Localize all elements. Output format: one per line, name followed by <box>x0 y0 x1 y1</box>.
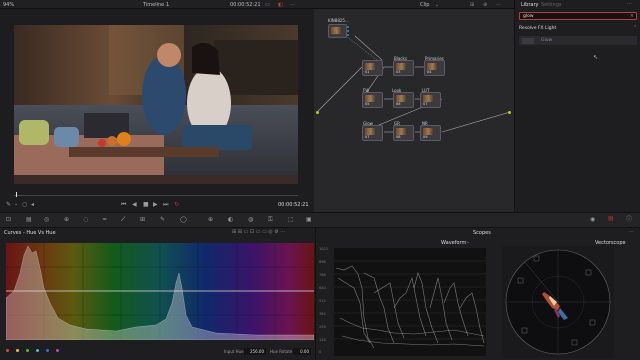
color-warper-icon[interactable]: ⊞ <box>140 217 145 223</box>
node-nr[interactable]: 09 <box>420 125 441 141</box>
vectorscope <box>502 246 614 358</box>
effect-item-glow[interactable]: Glow <box>519 36 637 45</box>
chevron-down-icon[interactable]: ⌄ <box>466 239 470 245</box>
skip-back-icon[interactable]: ⏮ <box>121 202 126 208</box>
tab-library[interactable]: Library <box>521 2 538 8</box>
color-match-icon[interactable]: ▤ <box>26 217 32 223</box>
curves-title: Curves - Hue Vs Hue <box>4 230 56 236</box>
node-look[interactable]: 06 <box>393 92 414 108</box>
speaker-icon[interactable]: ◂ <box>31 202 34 208</box>
color-wheels-icon[interactable]: ◎ <box>44 217 49 223</box>
node-connections <box>316 35 511 133</box>
blur-icon[interactable]: ◍ <box>248 217 253 223</box>
node-primaries[interactable]: 04 <box>424 60 445 76</box>
scope-icon[interactable]: ◉ <box>590 217 595 223</box>
sizing-icon[interactable]: ⬚ <box>288 217 294 223</box>
clear-icon[interactable]: × <box>630 13 634 19</box>
loop-icon[interactable]: ○ <box>22 202 27 208</box>
swatch-red[interactable] <box>6 349 9 352</box>
playhead[interactable] <box>16 192 17 197</box>
clip-label[interactable]: Clip <box>420 2 429 8</box>
scopes-panel: Scopes ⋯ Waveform ⌄ Vectorscope ⌄ 1023 8… <box>315 228 640 360</box>
section-title: Resolve FX Light <box>519 26 557 31</box>
node-fw[interactable]: 05 <box>362 92 383 108</box>
node-lut[interactable]: 07 <box>420 92 441 108</box>
more-icon[interactable]: ⋯ <box>496 2 501 8</box>
node-glow[interactable]: 07 <box>362 125 383 141</box>
chevron-down-icon[interactable]: ⌄ <box>14 202 18 207</box>
node-graph[interactable]: KIN8825... 01 Blacks 03 Primaries 04 FW … <box>314 9 514 212</box>
swatch-yellow[interactable] <box>16 349 19 352</box>
magic-mask-icon[interactable]: ◐ <box>228 217 233 223</box>
input-hue-label: Input Hue <box>224 349 244 354</box>
3d-icon[interactable]: ▣ <box>306 217 312 223</box>
search-input[interactable]: glow × <box>519 12 637 20</box>
source-label: KIN8825... <box>328 18 349 23</box>
loop-playback-icon[interactable]: ↻ <box>174 202 179 208</box>
input-hue-field[interactable]: 256.00 <box>244 347 266 355</box>
swatch-green[interactable] <box>26 349 29 352</box>
pencil-icon[interactable]: ✎ <box>6 202 11 208</box>
info-icon[interactable]: ⓘ <box>626 217 632 223</box>
swatch-cyan[interactable] <box>36 349 39 352</box>
scrubber-track[interactable] <box>14 195 298 196</box>
hue-vs-hue-graph[interactable] <box>6 243 314 340</box>
key-icon[interactable]: ⚿ <box>268 217 273 223</box>
viewer-panel: ✎ ⌄ ○ ◂ ⏮ ◀ ■ ▶ ⏭ ↻ 00:00:52:21 <box>0 9 314 212</box>
camera-raw-icon[interactable]: ⊡ <box>6 217 11 223</box>
waveform-scope <box>334 248 486 356</box>
waveform-selector[interactable]: Waveform <box>441 240 466 246</box>
palette-toolbar: ⊡ ▤ ◎ ⊕ ◌ ≈ ⟋ ⊞ ✎ ◯ ⊕ ◐ ◍ ⚿ ⬚ ▣ ◉ ▤ ⓘ <box>0 212 640 228</box>
curves-icon[interactable]: ⟋ <box>121 217 125 223</box>
chevron-up-icon[interactable]: ⌃ <box>633 25 637 31</box>
tracker-icon[interactable]: ⊕ <box>208 217 213 223</box>
chevron-down-icon[interactable]: ⌄ <box>435 2 439 8</box>
more-icon[interactable]: ⋯ <box>290 2 295 8</box>
curves-panel: Curves - Hue Vs Hue ⊞ ⊞ ▭ ⊡ ▭ ▭ ◎ ⚙ ⋯ In… <box>0 228 315 360</box>
scopes-title: Scopes <box>473 230 491 236</box>
zoom-level[interactable]: 94% <box>3 2 14 8</box>
color-swatches <box>6 348 76 354</box>
chevron-down-icon[interactable]: ⌄ <box>166 2 170 8</box>
effects-library: Library Settings ⋯ glow × Resolve FX Lig… <box>514 0 640 212</box>
window-icon[interactable]: ◯ <box>180 217 187 223</box>
top-timecode: 00:00:52:21 <box>230 1 261 8</box>
hdr-icon[interactable]: ≈ <box>102 217 107 223</box>
rgb-mixer-icon[interactable]: ⊕ <box>64 217 69 223</box>
motion-effects-icon[interactable]: ◌ <box>83 217 88 223</box>
more-icon[interactable]: ⋯ <box>629 229 634 235</box>
zoom-icon[interactable]: ⊕ <box>483 2 487 8</box>
curve-tools-icon[interactable]: ⊞ ⊞ ▭ ⊡ ▭ ▭ ◎ ⚙ ⋯ <box>232 229 285 235</box>
viewer-timecode: 00:00:52:21 <box>278 202 309 208</box>
swatch-magenta[interactable] <box>56 349 59 352</box>
viewer-image[interactable] <box>14 25 298 184</box>
qualifier-icon[interactable]: ✎ <box>160 217 165 223</box>
chevron-down-icon[interactable]: ⌄ <box>622 239 626 245</box>
hue-rotate-field[interactable]: 0.00 <box>293 347 311 355</box>
more-icon[interactable]: ⋯ <box>627 1 632 7</box>
node-01[interactable]: 01 <box>362 60 383 76</box>
node-blacks[interactable]: 03 <box>393 60 414 76</box>
hue-rotate-label: Hue Rotate <box>270 349 293 354</box>
play-icon[interactable]: ▶ <box>153 202 158 208</box>
swatch-blue[interactable] <box>46 349 49 352</box>
tab-settings[interactable]: Settings <box>541 2 562 8</box>
node-tools-icon[interactable]: ⊞ <box>470 2 474 8</box>
source-node[interactable] <box>328 24 347 38</box>
play-reverse-icon[interactable]: ◀ <box>132 202 137 208</box>
node-gr[interactable]: 08 <box>393 125 414 141</box>
effect-thumb <box>522 37 534 44</box>
cursor-icon: ↖ <box>593 54 599 61</box>
skip-forward-icon[interactable]: ⏭ <box>163 202 168 208</box>
output-port[interactable] <box>508 111 511 114</box>
bypass-icon[interactable]: ◧ <box>278 2 283 8</box>
scopes-toggle-icon[interactable]: ▤ <box>608 216 614 222</box>
stop-icon[interactable]: ■ <box>143 202 149 208</box>
input-port[interactable] <box>316 111 319 114</box>
viewer-mode-icon[interactable]: ▭ <box>265 2 270 8</box>
